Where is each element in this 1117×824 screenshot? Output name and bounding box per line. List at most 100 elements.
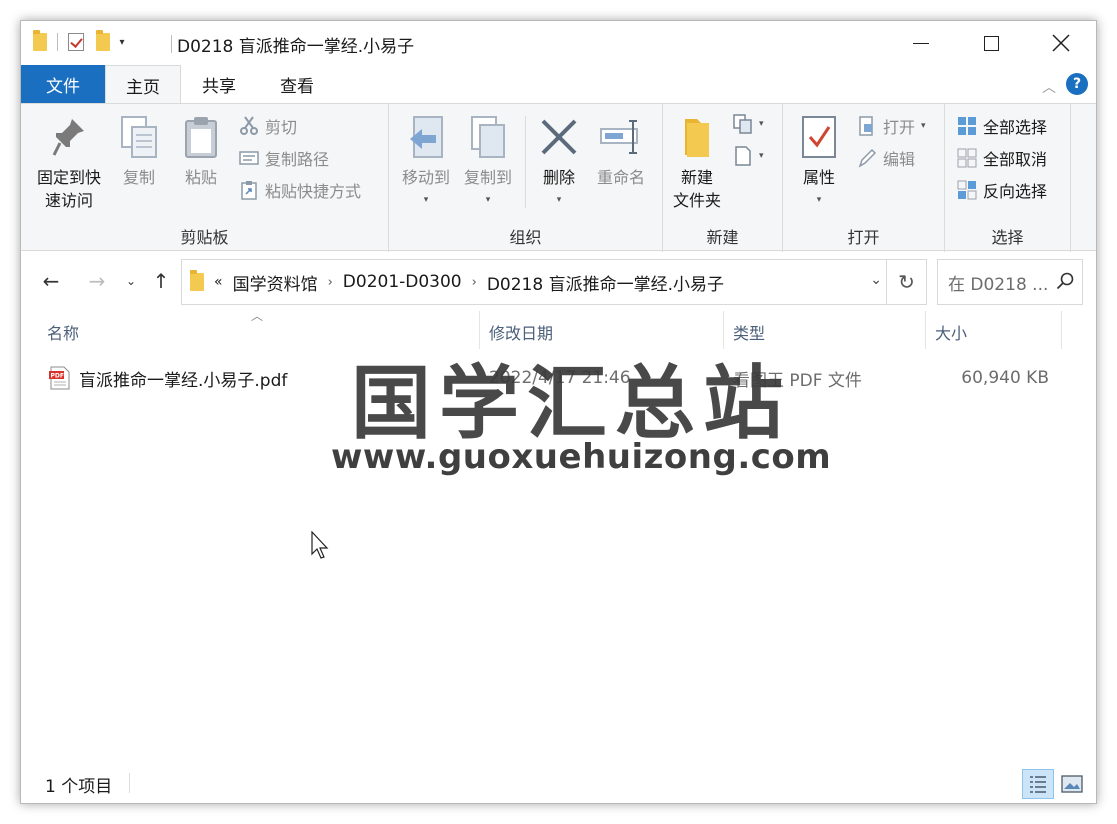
move-to-icon [404,114,448,160]
ribbon: 固定到快 速访问 复制 粘贴 剪切 复制路径 粘贴快捷方式 剪贴板 移动到 ▾ … [21,103,1096,252]
properties-qat-icon[interactable] [68,33,84,51]
breadcrumb-overflow[interactable]: « [214,274,223,290]
properties-label: 属性 [802,168,835,187]
back-arrow-icon[interactable]: ← [37,269,65,293]
pin-icon [47,114,91,160]
open-group-label: 打开 [847,228,880,247]
details-view-button[interactable] [1022,769,1054,799]
breadcrumb-item[interactable]: D0218 盲派推命一掌经.小易子 [487,270,724,295]
properties-button[interactable]: 属性 ▾ [791,114,847,212]
column-header-size[interactable]: 大小 [935,317,967,347]
move-to-dropdown-icon: ▾ [423,195,429,205]
delete-icon [537,114,581,160]
navigation-bar: ← → ⌄ ↑ « 国学资料馆 › D0201-D0300 › D0218 盲派… [21,259,1096,307]
column-divider[interactable] [1061,311,1062,349]
invert-selection-button[interactable]: 反向选择 [957,178,1047,202]
copy-to-dropdown-icon: ▾ [485,195,491,205]
open-button[interactable]: 打开 ▾ [857,114,926,138]
edit-button[interactable]: 编辑 [857,146,915,170]
tab-file[interactable]: 文件 [21,65,105,103]
copy-to-label: 复制到 [463,168,512,187]
paste-button[interactable]: 粘贴 [175,114,227,189]
up-arrow-icon[interactable]: ↑ [147,269,175,293]
status-divider [129,773,130,793]
pin-label-2: 速访问 [44,191,93,210]
maximize-button[interactable] [956,21,1026,65]
tab-home[interactable]: 主页 [105,65,181,104]
tab-share[interactable]: 共享 [183,65,255,103]
folder-icon [33,30,47,51]
chevron-right-icon[interactable]: › [328,275,333,290]
easy-access-icon [733,146,753,166]
svg-text:PDF: PDF [51,373,64,380]
minimize-button[interactable] [886,21,956,65]
file-name: 盲派推命一掌经.小易子.pdf [79,370,288,391]
copy-icon [117,114,161,160]
mouse-cursor-icon [311,531,329,559]
move-to-button[interactable]: 移动到 ▾ [397,114,455,212]
copy-path-button[interactable]: 复制路径 [239,146,329,170]
organize-group-label: 组织 [509,228,542,247]
large-icons-view-button[interactable] [1056,769,1088,799]
paste-shortcut-button[interactable]: 粘贴快捷方式 [239,178,361,202]
minimize-icon [913,42,929,44]
select-group: 全部选择 全部取消 反向选择 选择 [945,104,1071,252]
cut-label: 剪切 [265,118,298,137]
paste-shortcut-icon [239,180,259,200]
customize-qat-icon[interactable]: ▾ [116,37,128,48]
cut-button[interactable]: 剪切 [239,114,297,138]
recent-locations-icon[interactable]: ⌄ [117,274,145,288]
ribbon-collapse-icon[interactable]: ︿ [1042,77,1056,97]
copy-to-button[interactable]: 复制到 ▾ [459,114,517,212]
new-item-button[interactable]: ▾ [733,114,764,134]
title-bar: ▾ D0218 盲派推命一掌经.小易子 [21,21,1096,65]
rename-button[interactable]: 重命名 [589,114,653,189]
breadcrumb-item[interactable]: D0201-D0300 [343,272,462,292]
new-folder-qat-icon[interactable] [96,30,110,51]
window-title: D0218 盲派推命一掌经.小易子 [177,37,415,57]
close-button[interactable] [1026,21,1096,65]
search-icon[interactable] [1056,272,1074,295]
help-icon[interactable]: ? [1066,73,1088,95]
close-icon [1052,34,1070,52]
refresh-icon[interactable]: ↻ [886,260,926,304]
column-header-name[interactable]: 名称 [47,317,79,347]
copy-to-icon [466,114,510,160]
qat-divider [57,33,58,51]
address-bar[interactable]: « 国学资料馆 › D0201-D0300 › D0218 盲派推命一掌经.小易… [181,259,927,305]
copy-path-label: 复制路径 [265,150,330,169]
delete-button[interactable]: 删除 ▾ [533,114,585,212]
select-none-button[interactable]: 全部取消 [957,146,1047,170]
easy-access-button[interactable]: ▾ [733,146,764,166]
chevron-right-icon[interactable]: › [472,275,477,290]
paste-label: 粘贴 [184,168,217,187]
ribbon-tabs: 文件 主页 共享 查看 ︿ ? [21,65,1096,104]
column-divider[interactable] [925,311,926,349]
forward-arrow-icon[interactable]: → [83,269,111,293]
tab-view[interactable]: 查看 [259,65,335,103]
copy-button[interactable]: 复制 [113,114,165,189]
new-folder-button[interactable]: 新建 文件夹 [667,114,727,212]
large-icons-view-icon [1061,775,1083,793]
select-all-button[interactable]: 全部选择 [957,114,1047,138]
edit-icon [857,148,877,168]
organize-group: 移动到 ▾ 复制到 ▾ 删除 ▾ 重命名 组织 [389,104,663,252]
address-history-chevron-icon[interactable]: ⌄ [870,272,882,288]
explorer-window: ▾ D0218 盲派推命一掌经.小易子 文件 主页 共享 查看 ︿ ? 固定到快… [20,20,1097,804]
select-all-icon [957,116,977,136]
status-bar: 1 个项目 [21,763,1096,803]
new-item-icon [733,114,753,134]
pin-label-1: 固定到快 [36,168,101,187]
rename-icon [599,114,643,160]
breadcrumb-item[interactable]: 国学资料馆 [233,270,318,295]
new-group: 新建 文件夹 ▾ ▾ 新建 [663,104,783,252]
new-folder-label-2: 文件夹 [672,191,721,210]
scissors-icon [239,116,259,136]
copy-label: 复制 [122,168,155,187]
sort-ascending-icon: ︿ [251,309,264,323]
organize-divider [525,116,526,208]
delete-dropdown-icon: ▾ [556,195,562,205]
invert-selection-icon [957,180,977,200]
search-input[interactable]: 在 D0218 ... [937,259,1083,305]
pin-quick-access-button[interactable]: 固定到快 速访问 [29,114,109,212]
